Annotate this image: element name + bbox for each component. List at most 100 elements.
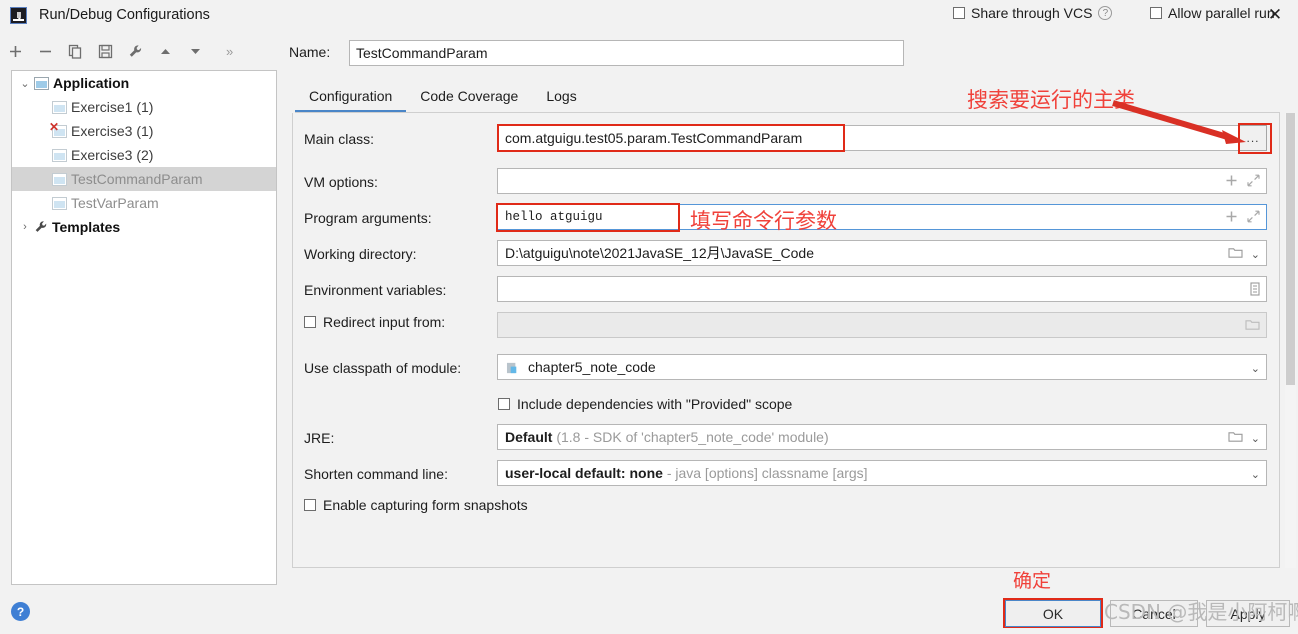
- working-directory-actions: ⌄: [1228, 241, 1260, 267]
- config-icon: [52, 148, 67, 162]
- working-directory-value: D:\atguigu\note\2021JavaSE_12月\JavaSE_Co…: [505, 245, 814, 261]
- redirect-input-checkbox[interactable]: Redirect input from:: [304, 314, 445, 330]
- use-classpath-actions: ⌄: [1251, 355, 1260, 381]
- include-provided-scope-checkbox[interactable]: Include dependencies with "Provided" sco…: [498, 396, 792, 412]
- tab-configuration[interactable]: Configuration: [295, 82, 407, 113]
- name-row: Name: TestCommandParam: [289, 40, 1294, 66]
- edit-templates-wrench-icon[interactable]: [120, 38, 150, 64]
- tree-node-application[interactable]: ⌄ Application: [12, 71, 276, 95]
- main-class-input[interactable]: com.atguigu.test05.param.TestCommandPara…: [497, 125, 1260, 151]
- tree-node-exercise3-1[interactable]: ✕ Exercise3 (1): [12, 119, 276, 143]
- window-title: Run/Debug Configurations: [39, 7, 210, 23]
- program-arguments-input[interactable]: hello atguigu: [497, 204, 1267, 230]
- expand-editor-icon[interactable]: [1247, 174, 1260, 190]
- move-up-button[interactable]: [150, 38, 180, 64]
- browse-main-class-button[interactable]: ...: [1239, 125, 1267, 151]
- tree-node-label: Exercise3 (2): [71, 147, 154, 163]
- folder-icon: [1245, 318, 1260, 334]
- shorten-command-line-label: Shorten command line:: [304, 466, 448, 482]
- environment-variables-actions: [1250, 277, 1260, 303]
- save-configuration-button[interactable]: [90, 38, 120, 64]
- chevron-down-icon[interactable]: ⌄: [1251, 248, 1260, 261]
- configurations-tree[interactable]: ⌄ Application Exercise1 (1) ✕ Exercise3 …: [11, 70, 277, 585]
- vm-options-input[interactable]: [497, 168, 1267, 194]
- share-through-vcs-checkbox[interactable]: Share through VCS ?: [953, 5, 1113, 21]
- name-label: Name:: [289, 44, 331, 60]
- main-class-annotation: 搜索要运行的主类: [967, 88, 1135, 112]
- jre-actions: ⌄: [1228, 425, 1260, 451]
- tree-node-label: TestCommandParam: [71, 171, 203, 187]
- configuration-panel: Main class: com.atguigu.test05.param.Tes…: [292, 113, 1280, 568]
- checkbox-box[interactable]: [953, 7, 965, 19]
- intellij-idea-icon: IJ: [10, 6, 27, 24]
- add-macro-icon[interactable]: [1225, 174, 1238, 190]
- config-icon: [52, 100, 67, 114]
- program-arguments-label: Program arguments:: [304, 210, 432, 226]
- working-directory-input[interactable]: D:\atguigu\note\2021JavaSE_12月\JavaSE_Co…: [497, 240, 1267, 266]
- panel-scrollbar[interactable]: [1285, 113, 1296, 568]
- use-classpath-dropdown[interactable]: chapter5_note_code ⌄: [497, 354, 1267, 380]
- help-icon[interactable]: ?: [1098, 6, 1113, 20]
- chevron-right-icon[interactable]: ›: [16, 221, 34, 233]
- chevron-down-icon[interactable]: ⌄: [1251, 432, 1260, 445]
- allow-parallel-run-checkbox[interactable]: Allow parallel run: [1150, 5, 1275, 21]
- redirect-input-label: Redirect input from:: [323, 314, 446, 330]
- shorten-command-line-detail: - java [options] classname [args]: [666, 465, 868, 481]
- main-class-value: com.atguigu.test05.param.TestCommandPara…: [505, 130, 803, 146]
- tree-node-testcommandparam[interactable]: TestCommandParam: [12, 167, 276, 191]
- jre-label: JRE:: [304, 430, 335, 446]
- vm-options-field-actions: [1225, 169, 1260, 195]
- tree-node-label: Templates: [52, 219, 121, 235]
- use-classpath-value: chapter5_note_code: [528, 359, 656, 375]
- chevron-down-icon[interactable]: ⌄: [1251, 468, 1260, 481]
- jre-value-detail: (1.8 - SDK of 'chapter5_note_code' modul…: [556, 429, 829, 445]
- expand-editor-icon[interactable]: [1247, 210, 1260, 226]
- chevron-down-icon[interactable]: ⌄: [16, 77, 34, 90]
- working-directory-label: Working directory:: [304, 246, 417, 262]
- tree-node-templates[interactable]: › Templates: [12, 215, 276, 239]
- redirect-input-actions: [1245, 313, 1260, 339]
- tab-code-coverage[interactable]: Code Coverage: [406, 82, 532, 112]
- environment-variables-input[interactable]: [497, 276, 1267, 302]
- jre-dropdown[interactable]: Default (1.8 - SDK of 'chapter5_note_cod…: [497, 424, 1267, 450]
- tree-node-label: Application: [53, 75, 130, 91]
- toolbar-more-button[interactable]: »: [226, 44, 233, 59]
- tree-node-testvarparam[interactable]: TestVarParam: [12, 191, 276, 215]
- include-provided-scope-label: Include dependencies with "Provided" sco…: [517, 396, 793, 412]
- checkbox-box[interactable]: [304, 499, 316, 511]
- scrollbar-thumb[interactable]: [1286, 113, 1295, 385]
- chevron-down-icon[interactable]: ⌄: [1251, 362, 1260, 375]
- help-icon[interactable]: ?: [11, 602, 30, 621]
- program-arguments-annotation: 填写命令行参数: [690, 209, 837, 233]
- jre-value-primary: Default: [505, 429, 553, 445]
- checkbox-box[interactable]: [1150, 7, 1162, 19]
- program-arguments-value: hello atguigu: [505, 210, 603, 224]
- tree-node-label: TestVarParam: [71, 195, 159, 211]
- copy-configuration-button[interactable]: [60, 38, 90, 64]
- name-input[interactable]: TestCommandParam: [349, 40, 904, 66]
- config-error-icon: ✕: [49, 121, 67, 138]
- shorten-command-line-dropdown[interactable]: user-local default: none - java [options…: [497, 460, 1267, 486]
- remove-configuration-button[interactable]: [30, 38, 60, 64]
- checkbox-box[interactable]: [498, 398, 510, 410]
- move-down-button[interactable]: [180, 38, 210, 64]
- tree-node-exercise3-2[interactable]: Exercise3 (2): [12, 143, 276, 167]
- shorten-command-line-value: user-local default: none - java [options…: [505, 461, 868, 487]
- list-editor-icon[interactable]: [1250, 281, 1260, 299]
- error-x-icon: ✕: [49, 119, 60, 134]
- csdn-watermark: CSDN @我是小阿柯啊: [1104, 600, 1298, 624]
- folder-icon[interactable]: [1228, 246, 1243, 262]
- ok-button[interactable]: OK: [1005, 600, 1101, 627]
- enable-form-snapshots-label: Enable capturing form snapshots: [323, 497, 528, 513]
- enable-form-snapshots-checkbox[interactable]: Enable capturing form snapshots: [304, 497, 528, 513]
- share-through-vcs-label: Share through VCS: [971, 5, 1093, 21]
- redirect-input-path-field: [497, 312, 1267, 338]
- folder-icon[interactable]: [1228, 430, 1243, 446]
- ok-annotation: 确定: [1013, 570, 1052, 592]
- tab-logs[interactable]: Logs: [532, 82, 590, 112]
- shorten-command-line-primary: user-local default: none: [505, 465, 663, 481]
- add-configuration-button[interactable]: [0, 38, 30, 64]
- add-macro-icon[interactable]: [1225, 210, 1238, 226]
- tree-node-exercise1-1[interactable]: Exercise1 (1): [12, 95, 276, 119]
- checkbox-box[interactable]: [304, 316, 316, 328]
